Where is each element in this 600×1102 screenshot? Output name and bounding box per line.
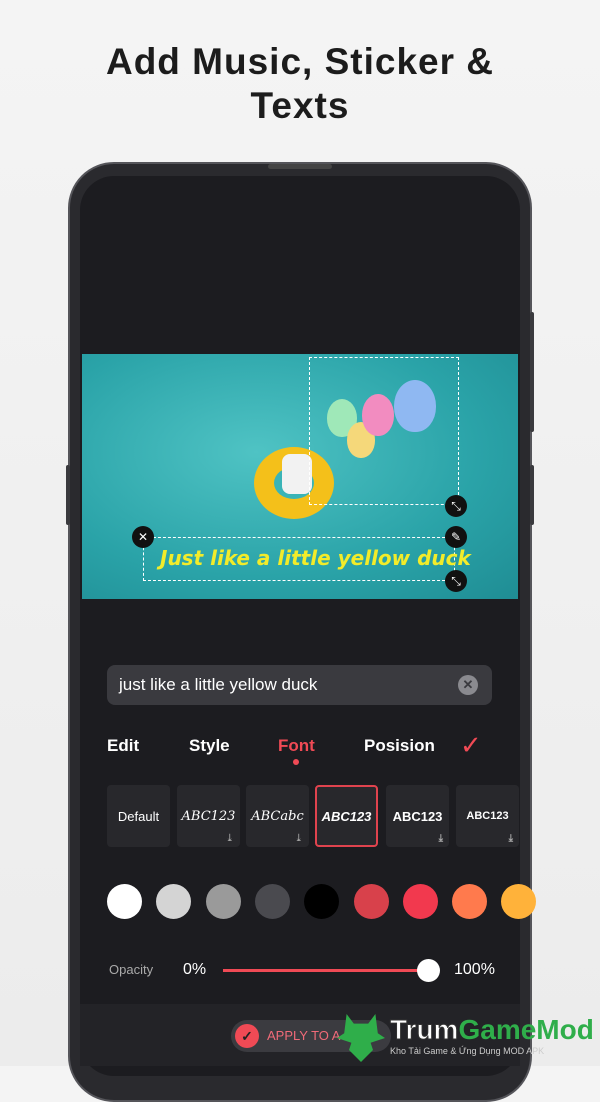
phone-side-button xyxy=(66,465,70,525)
headline-line2: Texts xyxy=(250,85,350,126)
watermark-tagline: Kho Tải Game & Ứng Dụng MOD APK xyxy=(390,1046,545,1056)
apply-label: APPLY TO A xyxy=(267,1028,341,1043)
phone-side-button xyxy=(530,465,534,525)
phone-screen xyxy=(80,176,520,1076)
headline: Add Music, Sticker & Texts xyxy=(0,40,600,128)
color-swatch[interactable] xyxy=(353,884,389,919)
font-label: Default xyxy=(117,808,160,824)
resize-icon[interactable]: ⤡ xyxy=(445,570,467,592)
download-icon: ⤓ xyxy=(438,833,443,844)
tab-style[interactable]: Style xyxy=(189,736,230,756)
opacity-max: 100% xyxy=(454,961,495,978)
font-label: ABC123 xyxy=(321,808,372,824)
clear-icon[interactable]: ✕ xyxy=(458,675,478,695)
color-swatch[interactable] xyxy=(254,884,290,919)
watermark-emblem xyxy=(337,1014,385,1062)
phone-side-button xyxy=(530,312,534,432)
download-icon: ⤓ xyxy=(294,833,303,844)
download-icon: ⤓ xyxy=(225,833,234,844)
watermark-brand: TrumGameMod xyxy=(389,1014,594,1046)
color-swatch[interactable] xyxy=(107,884,142,919)
phone-notch xyxy=(268,164,332,169)
check-circle-icon: ✓ xyxy=(235,1024,259,1048)
opacity-slider-thumb[interactable] xyxy=(417,959,440,982)
font-option[interactable]: ABC123 ⤓ xyxy=(456,785,519,847)
video-caption[interactable]: Just like a little yellow duck xyxy=(160,546,471,570)
opacity-label: Opacity xyxy=(109,962,154,977)
watermark-logo: TrumGameMod Kho Tải Game & Ứng Dụng MOD … xyxy=(335,1012,600,1066)
font-label: ABC123 xyxy=(181,808,236,824)
color-swatch[interactable] xyxy=(205,884,241,919)
font-label: ABC123 xyxy=(466,810,509,822)
tab-posision[interactable]: Posision xyxy=(364,736,435,756)
sticker-selection[interactable] xyxy=(309,357,459,505)
text-input-value: just like a little yellow duck xyxy=(119,675,318,694)
download-icon: ⤓ xyxy=(508,833,513,844)
font-option[interactable]: ABC123 ⤓ xyxy=(386,785,449,847)
font-option[interactable]: ABC123 ⤓ xyxy=(177,785,240,847)
edit-icon[interactable]: ✎ xyxy=(445,526,467,548)
opacity-slider-track[interactable] xyxy=(223,969,428,972)
color-swatch[interactable] xyxy=(402,884,438,919)
resize-icon[interactable]: ⤡ xyxy=(445,495,467,517)
tab-font[interactable]: Font xyxy=(278,736,315,756)
close-icon[interactable]: ✕ xyxy=(132,526,154,548)
color-swatch[interactable] xyxy=(452,884,488,919)
opacity-min: 0% xyxy=(183,961,207,978)
video-preview[interactable]: ⤡ Just like a little yellow duck ✕ ✎ ⤡ xyxy=(82,354,518,599)
font-option-default[interactable]: Default xyxy=(107,785,170,847)
checkmark-icon[interactable]: ✓ xyxy=(460,730,482,761)
text-input[interactable]: just like a little yellow duck ✕ xyxy=(107,665,492,705)
font-option-selected[interactable]: ABC123 xyxy=(315,785,378,847)
color-swatch[interactable] xyxy=(304,884,340,919)
active-tab-indicator xyxy=(293,759,299,765)
font-label: ABCabc xyxy=(251,808,304,824)
headline-line1: Add Music, Sticker & xyxy=(105,41,495,82)
font-option[interactable]: ABCabc ⤓ xyxy=(246,785,309,847)
font-label: ABC123 xyxy=(392,808,443,824)
tab-edit[interactable]: Edit xyxy=(107,736,139,756)
person xyxy=(282,454,312,494)
